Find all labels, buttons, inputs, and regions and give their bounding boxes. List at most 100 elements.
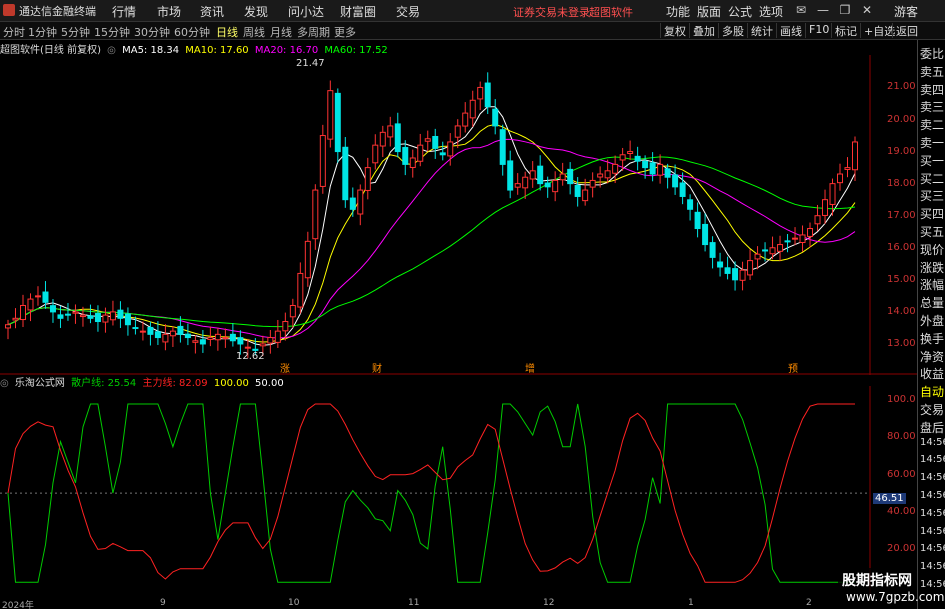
side-label[interactable]: 14:56 (920, 543, 945, 554)
candle-body (507, 160, 514, 191)
candle-body (237, 337, 244, 345)
menu-ask[interactable]: 问小达 (288, 3, 324, 20)
menu-layout[interactable]: 版面 (697, 3, 721, 20)
candle-body (612, 163, 619, 174)
candle-body (214, 333, 221, 341)
ma10-line (7, 123, 856, 343)
side-label[interactable]: 买五 (920, 223, 944, 240)
indicator-chart[interactable] (0, 386, 917, 598)
kline-chart[interactable] (0, 40, 917, 375)
candle-body (627, 151, 634, 154)
adjust-button[interactable]: 复权 (660, 23, 686, 38)
period-15min[interactable]: 15分钟 (94, 24, 130, 40)
menu-function[interactable]: 功能 (666, 3, 690, 20)
overlay-button[interactable]: 叠加 (689, 23, 715, 38)
close-icon[interactable]: ✕ (859, 2, 875, 18)
candle-body (492, 108, 499, 127)
candle-body (762, 249, 769, 252)
menu-market[interactable]: 行情 (112, 3, 136, 20)
candle-body (597, 173, 604, 178)
period-monthly[interactable]: 月线 (270, 24, 292, 40)
side-label[interactable]: 交易 (920, 401, 944, 418)
side-label[interactable]: 14:56 (920, 454, 945, 465)
side-label[interactable]: 外盘 (920, 312, 944, 329)
candle-body (184, 333, 191, 339)
candle-body (57, 314, 64, 319)
period-more[interactable]: 更多 (334, 24, 356, 40)
side-label[interactable]: 卖一 (920, 134, 944, 151)
side-label[interactable]: 14:56 (920, 472, 945, 483)
event-label-increase[interactable]: 增 (525, 360, 535, 375)
trade-login-alert[interactable]: 证券交易未登录 (513, 4, 590, 20)
period-1min[interactable]: 1分钟 (28, 24, 57, 40)
side-label[interactable]: 总量 (920, 294, 944, 311)
side-label[interactable]: 14:56 (920, 508, 945, 519)
side-label[interactable]: 收益 (920, 365, 944, 382)
side-label[interactable]: 14:56 (920, 437, 945, 448)
mark-button[interactable]: 标记 (831, 23, 857, 38)
period-weekly[interactable]: 周线 (243, 24, 265, 40)
menu-wealth[interactable]: 财富圈 (340, 3, 376, 20)
side-label[interactable]: 现价 (920, 241, 944, 258)
candle-body (297, 272, 304, 308)
add-watchlist-button[interactable]: +自选 (860, 23, 895, 38)
date-label-12: 12 (543, 598, 555, 608)
candle-body (267, 337, 274, 344)
side-label[interactable]: 自动 (920, 383, 944, 400)
side-label[interactable]: 14:56 (920, 561, 945, 572)
event-label-finance[interactable]: 财 (372, 360, 382, 375)
indicator-tick: 60.00 (887, 468, 916, 480)
candle-body (289, 304, 296, 318)
restore-icon[interactable]: ❐ (837, 2, 853, 18)
menu-exchange[interactable]: 市场 (157, 3, 181, 20)
side-label[interactable]: 买四 (920, 205, 944, 222)
multi-stock-button[interactable]: 多股 (718, 23, 744, 38)
candle-body (169, 330, 176, 337)
message-icon[interactable]: ✉ (793, 2, 809, 18)
side-label[interactable]: 买一 (920, 152, 944, 169)
side-label[interactable]: 买三 (920, 187, 944, 204)
date-label-1: 1 (688, 598, 694, 608)
menu-options[interactable]: 选项 (759, 3, 783, 20)
period-daily[interactable]: 日线 (216, 24, 238, 40)
period-toolbar: 分时 1分钟 5分钟 15分钟 30分钟 60分钟 日线 周线 月线 多周期 更… (0, 22, 945, 40)
side-label[interactable]: 14:56 (920, 526, 945, 537)
period-30min[interactable]: 30分钟 (134, 24, 170, 40)
draw-button[interactable]: 画线 (776, 23, 802, 38)
period-multi[interactable]: 多周期 (297, 24, 330, 40)
candle-body (229, 333, 236, 342)
side-label[interactable]: 14:56 (920, 579, 945, 590)
side-label[interactable]: 卖四 (920, 81, 944, 98)
side-label[interactable]: 净资 (920, 348, 944, 365)
period-60min[interactable]: 60分钟 (174, 24, 210, 40)
candle-body (792, 237, 799, 240)
stats-button[interactable]: 统计 (747, 23, 773, 38)
period-tick[interactable]: 分时 (3, 24, 25, 40)
quote-side-panel: 委比 卖五 卖四 卖三 卖二 卖一 买一 买二 买三 买四 买五 现价 涨跌 涨幅 总量 外盘 换手 净资 收益 自动… (917, 40, 945, 609)
menu-formula[interactable]: 公式 (728, 3, 752, 20)
side-label[interactable]: 盘后 (920, 419, 944, 436)
period-5min[interactable]: 5分钟 (61, 24, 90, 40)
candle-body (342, 146, 349, 201)
event-label-up[interactable]: 涨 (280, 360, 290, 375)
side-label[interactable]: 换手 (920, 330, 944, 347)
guest-label[interactable]: 游客 (894, 3, 918, 20)
side-label[interactable]: 涨跌 (920, 259, 944, 276)
side-label[interactable]: 卖三 (920, 98, 944, 115)
menu-discover[interactable]: 发现 (244, 3, 268, 20)
side-label[interactable]: 买二 (920, 170, 944, 187)
menu-trade[interactable]: 交易 (396, 3, 420, 20)
candle-body (64, 313, 71, 316)
minimize-icon[interactable]: — (815, 2, 831, 18)
side-label[interactable]: 委比 (920, 45, 944, 62)
f10-button[interactable]: F10 (805, 23, 829, 38)
event-label-forecast[interactable]: 预 (788, 360, 798, 375)
side-label[interactable]: 卖五 (920, 63, 944, 80)
candle-body (687, 199, 694, 210)
menu-news[interactable]: 资讯 (200, 3, 224, 20)
back-button[interactable]: 返回 (892, 23, 918, 38)
side-label[interactable]: 14:56 (920, 490, 945, 501)
side-label[interactable]: 涨幅 (920, 276, 944, 293)
side-label[interactable]: 卖二 (920, 116, 944, 133)
candle-body (379, 131, 386, 147)
